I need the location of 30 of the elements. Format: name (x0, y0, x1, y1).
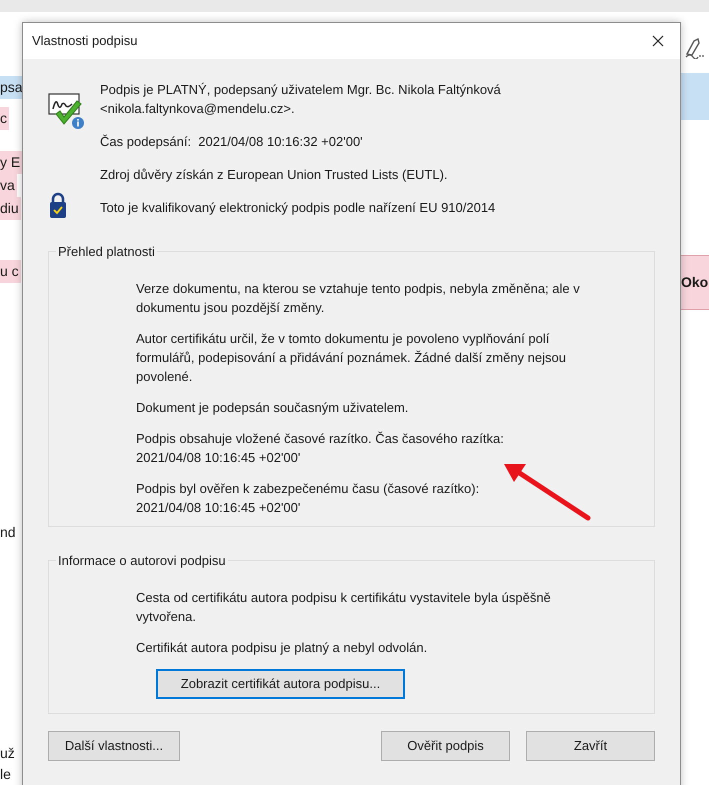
document-text-fragment: c (0, 107, 9, 130)
signature-info-text: Zdroj důvěry získán z European Union Trusted Lists (EUTL). (100, 166, 449, 184)
more-properties-button[interactable]: Další vlastnosti... (48, 731, 180, 761)
document-text-fragment: nd (0, 523, 17, 542)
close-dialog-button[interactable]: Zavřít (526, 731, 655, 761)
status-text: Podpis obsahuje vložené časové razítko. Čas časového razítka: 2021/04/08 10:16:45 +02'00' (136, 430, 504, 467)
padlock-icon (48, 192, 68, 220)
status-text: Autor certifikátu určil, že v tomto dokumentu je povoleno vyplňování polí formulářů, podepisování a přidávání poznámek. Žádné další změny nejsou povolené. (136, 330, 566, 386)
signature-tool-icon[interactable] (684, 36, 706, 59)
document-text-fragment: u c (0, 260, 21, 283)
window-title: Vlastnosti podpisu (32, 32, 138, 50)
highlight-band (681, 73, 709, 120)
signature-info-text: Čas podepsání: 2021/04/08 10:16:32 +02'00' (100, 133, 364, 151)
document-text-fragment: le (0, 765, 12, 784)
status-text: Dokument je podepsán současným uživatelem. (136, 399, 408, 417)
status-text: Verze dokumentu, na kterou se vztahuje tento podpis, nebyla změněna; ale v dokumentu jsou pozdější změny. (136, 280, 580, 317)
validate-signature-button[interactable]: Ověřit podpis (381, 731, 510, 761)
document-text-fragment: va (0, 174, 17, 197)
document-text-fragment: už (0, 744, 16, 763)
close-icon (652, 35, 664, 47)
document-text-fragment: Oko (681, 255, 709, 310)
status-text: Cesta od certifikátu autora podpisu k certifikátu vystavitele byla úspěšně vytvořena. (136, 589, 551, 626)
status-text: Certifikát autora podpisu je platný a nebyl odvolán. (136, 639, 428, 657)
show-certificate-button[interactable]: Zobrazit certifikát autora podpisu... (156, 669, 405, 699)
signature-info-text: Toto je kvalifikovaný elektronický podpis podle nařízení EU 910/2014 (100, 199, 496, 217)
status-text: Podpis byl ověřen k zabezpečenému času (časové razítko): 2021/04/08 10:16:45 +02'00' (136, 480, 480, 517)
document-text-fragment: diu (0, 197, 21, 220)
signature-info-text: Podpis je PLATNÝ, podepsaný uživatelem Mgr. Bc. Nikola Faltýnková <nikola.faltynkova@mendelu.cz>. (100, 81, 501, 118)
signature-valid-icon (48, 92, 85, 130)
document-text-fragment: y E (0, 151, 22, 174)
